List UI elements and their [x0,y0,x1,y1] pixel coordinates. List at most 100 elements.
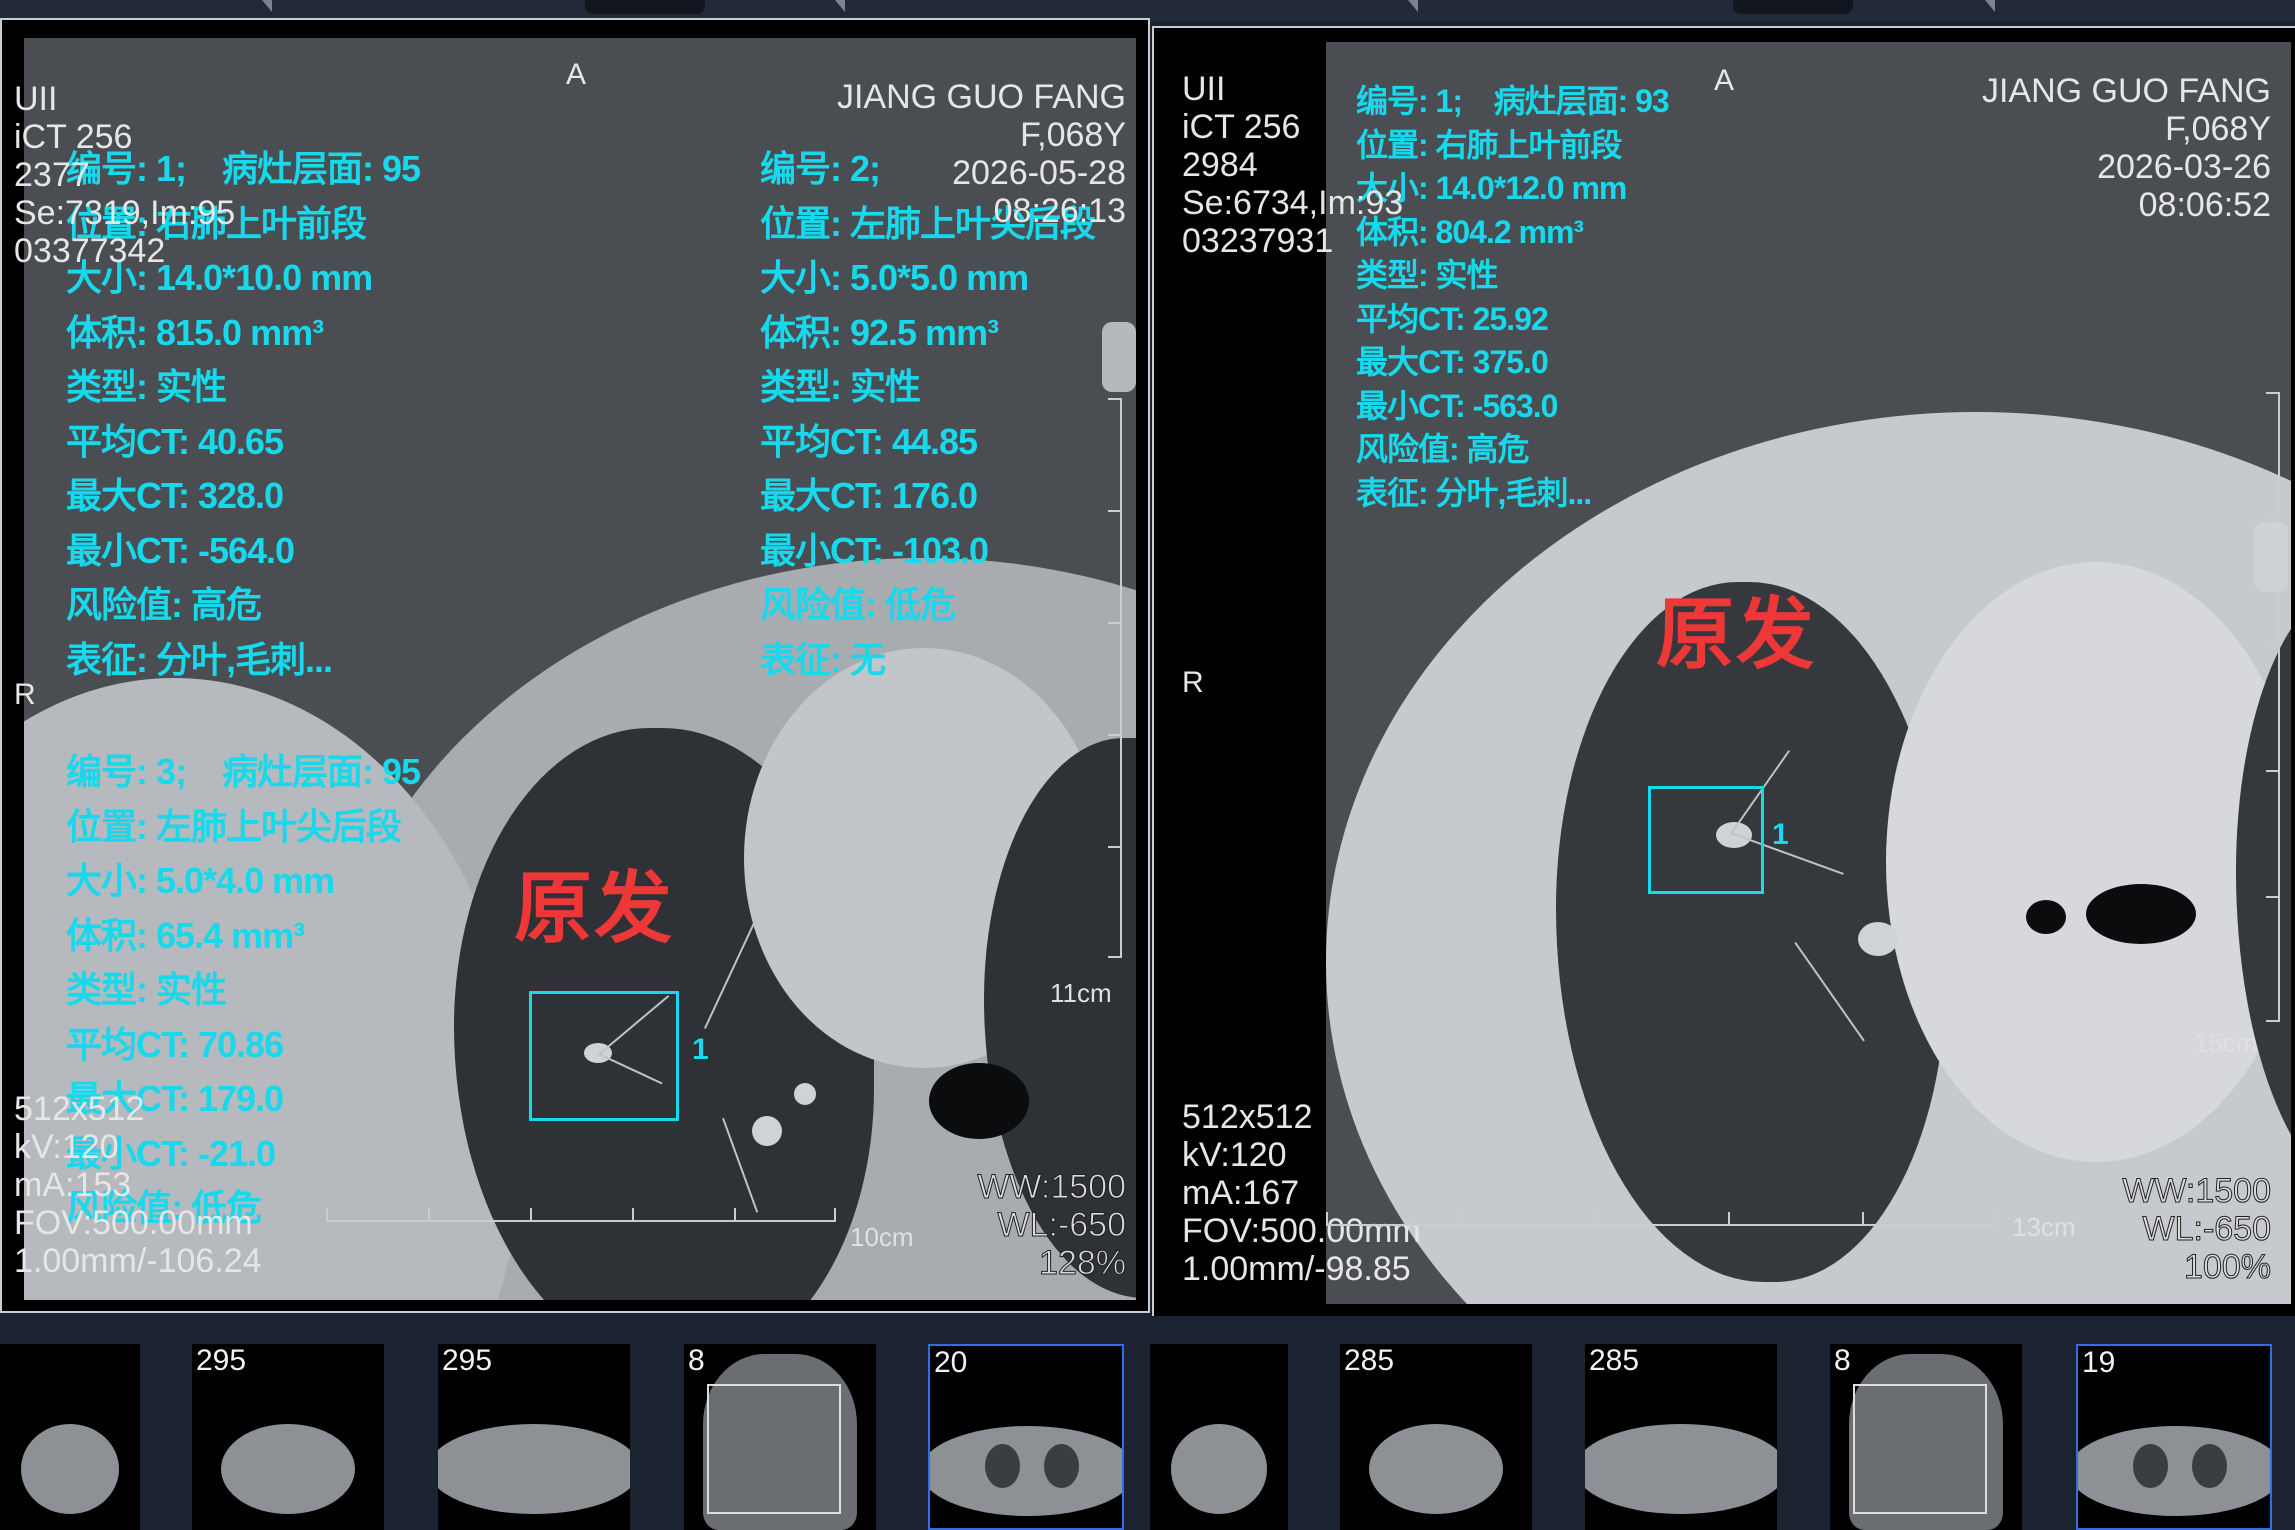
series-thumbnail[interactable]: 295 [438,1344,630,1530]
nodule-info-line: 体积: 65.4 mm³ [66,914,305,956]
scale-tick [632,1208,634,1220]
scale-tick [1108,734,1120,736]
nodule-info-line: 表征: 分叶,毛刺... [66,638,333,680]
nodule-info-line: 风险值: 低危 [760,584,956,625]
scale-tick [428,1208,430,1220]
primary-lesion-label: 原发 [514,864,675,952]
toolbar-handle[interactable] [585,0,705,14]
vessel [794,1083,816,1105]
patient-info-line: 08:06:52 [2138,186,2271,224]
dicom-acquisition-info: 512x512 kV:120 mA:167 FOV:500.00mm 1.00mm/-9… [1182,1098,1421,1288]
patient-info-line: F,068Y [1020,116,1126,154]
nodule-info-line: 最小CT: -103.0 [760,529,989,571]
series-thumbnail[interactable] [0,1344,140,1530]
thumbnail-image-count: 20 [934,1346,968,1379]
nodule-info-line: 编号: 3; 病灶层面: 95 [66,751,421,792]
thumbnail-image-count: 285 [1589,1344,1640,1377]
scale-tick [1108,510,1120,512]
roi-number: 1 [1772,818,1789,851]
scale-tick [2266,896,2278,898]
scale-tick [2266,644,2278,646]
horizontal-scale-label: 13cm [2012,1212,2076,1242]
series-thumbnail[interactable]: 285 [1340,1344,1532,1530]
lung-region [2191,1444,2227,1488]
horizontal-scale-bar [326,1220,836,1222]
dicom-acquisition-info: 512x512 kV:120 mA:153 FOV:500.00mm 1.00mm/-1… [14,1090,262,1280]
toolbar-handle[interactable] [1733,0,1853,14]
patient-info-line: 08:26:13 [993,192,1126,230]
scale-tick [1728,1212,1730,1224]
lung-region [984,1444,1021,1488]
thumbnail-image-count: 8 [688,1344,705,1377]
orientation-top: A [1714,64,1735,97]
window-info-line: WW:1500 [977,1168,1127,1207]
bronchus [2026,900,2066,934]
trachea [929,1063,1029,1139]
acquisition-info-line: 512x512 [14,1090,145,1128]
study-info-line: iCT 256 [14,118,133,156]
thumbnail-image-count: 295 [196,1344,247,1377]
series-thumbnail[interactable] [1150,1344,1288,1530]
vessel [1858,922,1898,956]
patient-info-line: 2026-03-26 [2097,148,2271,186]
mediastinum [1886,562,2291,1162]
patient-info-line: F,068Y [2165,110,2271,148]
series-thumbnail[interactable]: 19 [2076,1344,2272,1530]
series-thumbnail[interactable]: 8 [1830,1344,2022,1530]
nodule-info-line: 位置: 左肺上叶尖后段 [66,805,402,847]
nodule-info-line: 大小: 5.0*5.0 mm [760,257,1029,298]
scale-tick [530,1208,532,1220]
nodule-info-line: 表征: 分叶,毛刺... [1356,474,1592,511]
nodule-info-line: 最大CT: 328.0 [66,475,284,516]
window-info-line: 128% [1039,1244,1127,1283]
window-info-line: WL:-650 [997,1206,1126,1245]
scale-tick [1108,622,1120,624]
scan-range-frame [1853,1384,1988,1514]
series-thumbnail[interactable]: 8 [684,1344,876,1530]
scale-tick [734,1208,736,1220]
acquisition-info-line: FOV:500.00mm [14,1204,253,1242]
vertical-scale-bar [1120,398,1122,958]
axial-slice-image [438,1424,630,1514]
acquisition-info-line: 512x512 [1182,1098,1313,1136]
ct-viewport-left[interactable]: 1 原发 编号: 1; 病灶层面: 95 位置: 右肺上叶前段 大小: 14.0*1… [0,18,1150,1313]
axial-slice-image [1585,1424,1777,1514]
window-info-line: 100% [2184,1248,2272,1287]
scale-tick [1108,956,1120,958]
slice-scroll-handle[interactable] [1102,322,1136,392]
series-thumbnail[interactable]: 295 [192,1344,384,1530]
nodule-info-line: 最小CT: -564.0 [66,529,295,571]
window-info-line: WL:-650 [2142,1210,2271,1249]
dropdown-arrow-icon[interactable] [262,0,272,12]
primary-lesion-label: 原发 [1656,590,1817,678]
nodule-roi-box[interactable] [529,991,679,1121]
scan-range-frame [707,1384,842,1514]
series-thumbnail-strip: 295 295 8 20 285 285 8 19 [0,1318,2295,1530]
acquisition-info-line: mA:167 [1182,1174,1300,1212]
nodule-info-line: 类型: 实性 [1356,257,1499,293]
dropdown-arrow-icon[interactable] [1408,0,1418,12]
horizontal-scale-label: 10cm [850,1222,914,1252]
nodule-info-line: 最大CT: 375.0 [1356,344,1549,380]
series-thumbnail[interactable]: 285 [1585,1344,1777,1530]
patient-info-line: JIANG GUO FANG [1981,72,2271,110]
ct-viewport-right[interactable]: 1 原发 编号: 1; 病灶层面: 93 位置: 右肺上叶前段 大小: 14.0*1… [1152,26,2295,1316]
nodule-info-line: 表征: 无 [760,638,886,680]
vertical-scale-label: 11cm [1050,978,1112,1008]
scale-tick [2266,518,2278,520]
slice-scroll-handle[interactable] [2254,522,2288,592]
dropdown-arrow-icon[interactable] [835,0,845,12]
scale-tick [326,1208,328,1220]
dropdown-arrow-icon[interactable] [1985,0,1995,12]
acquisition-info-line: 1.00mm/-106.24 [14,1242,262,1280]
nodule-roi-box[interactable] [1648,786,1764,894]
window-level-info: WW:1500 WL:-650 100% [2122,1172,2272,1287]
orientation-left: R [14,678,36,711]
bronchus [2086,884,2196,944]
thumbnail-image-count: 295 [442,1344,493,1377]
orientation-left: R [1182,666,1204,699]
scale-tick [1994,1212,1996,1224]
series-thumbnail[interactable]: 20 [928,1344,1124,1530]
nodule-info-line: 体积: 92.5 mm³ [760,311,999,353]
study-info-line: 2377 [14,156,90,194]
